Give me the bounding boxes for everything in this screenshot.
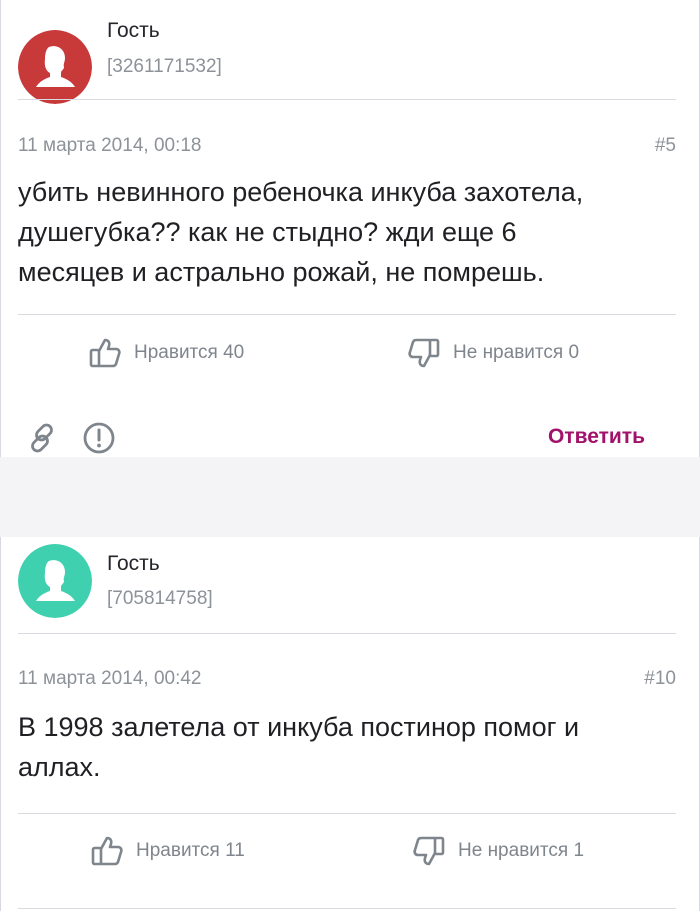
comment-card: Гость [3261171532] 11 марта 2014, 00:18 …: [0, 0, 700, 457]
like-button[interactable]: Нравится 40: [88, 336, 244, 370]
author-id: [705814758]: [107, 588, 213, 609]
like-count: Нравится 40: [134, 342, 245, 363]
avatar[interactable]: [18, 544, 92, 618]
person-silhouette-icon: [18, 30, 92, 104]
divider: [18, 314, 676, 315]
post-number[interactable]: #10: [644, 668, 676, 690]
post-text-line: месяцев и астрально рожай, не помрешь.: [18, 257, 545, 287]
author-name[interactable]: Гость: [107, 19, 160, 43]
dislike-count: Не нравится 1: [458, 840, 585, 861]
avatar[interactable]: [18, 30, 92, 104]
reply-button[interactable]: Ответить: [548, 425, 645, 449]
thumb-down-icon: [408, 338, 440, 368]
thumb-down-icon: [413, 836, 445, 866]
post-text-line: В 1998 залетела от инкуба постинор помог…: [18, 712, 580, 742]
divider: [18, 99, 676, 100]
thumb-up-icon: [91, 836, 123, 866]
post-text: В 1998 залетела от инкуба постинор помог…: [18, 707, 678, 787]
post-text-line: душегубка?? как не стыдно? жди еще 6: [18, 217, 517, 247]
comment-card: Гость [705814758] 11 марта 2014, 00:42 #…: [0, 537, 700, 911]
like-count: Нравится 11: [136, 840, 245, 861]
like-button[interactable]: Нравится 11: [90, 834, 245, 868]
post-text-line: аллах.: [18, 752, 101, 782]
divider: [18, 813, 676, 814]
post-date: 11 марта 2014, 00:42: [18, 668, 202, 689]
dislike-button[interactable]: Не нравится 1: [412, 834, 584, 868]
dislike-count: Не нравится 0: [453, 342, 580, 363]
card-border-left: [0, 537, 1, 911]
post-text: убить невинного ребеночка инкуба захотел…: [18, 172, 678, 292]
author-id: [3261171532]: [107, 56, 222, 77]
exclamation-icon[interactable]: [82, 421, 116, 455]
post-text-line: убить невинного ребеночка инкуба захотел…: [18, 177, 584, 207]
divider: [18, 908, 676, 909]
thumb-up-icon: [89, 338, 121, 368]
link-icon[interactable]: [25, 421, 59, 455]
person-silhouette-icon: [18, 544, 92, 618]
author-name[interactable]: Гость: [107, 552, 160, 576]
dislike-button[interactable]: Не нравится 0: [407, 336, 579, 370]
divider: [18, 633, 676, 634]
card-border-left: [0, 0, 1, 457]
post-date: 11 марта 2014, 00:18: [18, 135, 202, 156]
post-number[interactable]: #5: [655, 135, 676, 157]
